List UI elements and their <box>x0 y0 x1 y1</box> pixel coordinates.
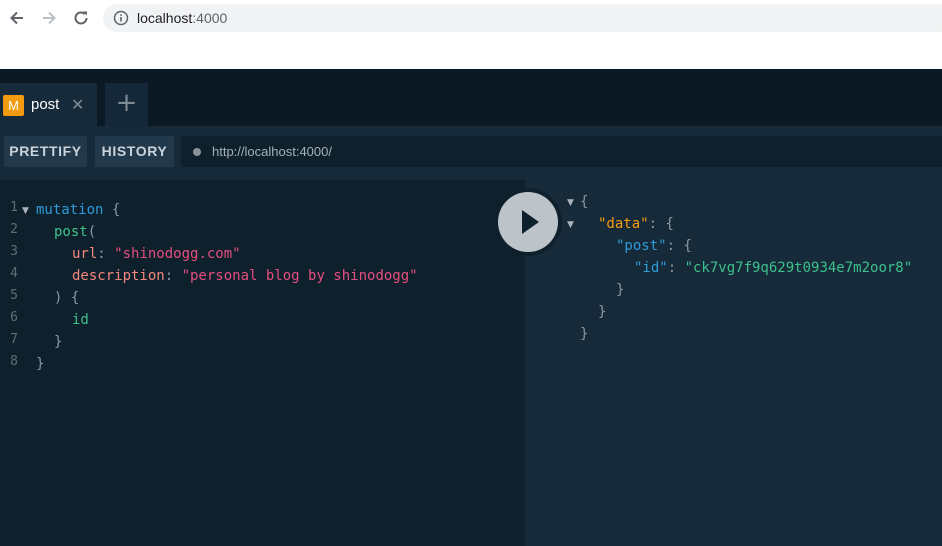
forward-arrow-icon[interactable] <box>39 8 59 28</box>
code-line-2: post( <box>54 222 96 242</box>
mutation-keyword: mutation <box>36 202 104 218</box>
line-number: 5 <box>10 288 18 303</box>
result-line-1: { <box>580 194 589 210</box>
line-number: 3 <box>10 244 18 259</box>
result-panel: ▼ ▼ { "data": { "post": { "id": "ck7vg7f… <box>525 180 942 546</box>
fold-arrow-icon[interactable]: ▼ <box>22 206 29 216</box>
line-number: 7 <box>10 332 18 347</box>
add-tab-icon[interactable]: + <box>105 83 148 126</box>
code-line-8: } <box>36 356 45 372</box>
status-dot-icon <box>193 148 201 156</box>
history-button[interactable]: HISTORY <box>95 136 174 167</box>
colon: : <box>666 238 684 254</box>
tab-label: post <box>31 96 60 113</box>
id-key: "id" <box>634 260 668 276</box>
brace: { <box>665 216 674 232</box>
line-number: 6 <box>10 310 18 325</box>
url-port: :4000 <box>192 10 228 26</box>
data-key: "data" <box>598 216 649 232</box>
code-line-1: mutation { <box>36 200 120 220</box>
prettify-button[interactable]: PRETTIFY <box>4 136 87 167</box>
brace: { <box>683 238 692 254</box>
colon: : <box>97 246 115 262</box>
id-value: "ck7vg7f9q629t0934e7m2oor8" <box>684 260 913 276</box>
fold-arrow-icon[interactable]: ▼ <box>567 198 574 208</box>
close-icon[interactable]: ✕ <box>71 95 84 114</box>
colon: : <box>667 260 685 276</box>
play-icon[interactable] <box>498 192 558 252</box>
tab-strip: M post ✕ + <box>0 69 942 126</box>
execute-query-button[interactable] <box>494 188 562 256</box>
line-number: 1 <box>10 200 18 215</box>
code-line-7: } <box>54 334 63 350</box>
query-editor[interactable]: 1 2 3 4 5 6 7 8 ▼ mutation { post( url: … <box>0 180 525 546</box>
endpoint-url: http://localhost:4000/ <box>212 144 332 159</box>
address-bar[interactable]: localhost:4000 <box>103 4 942 32</box>
line-number: 2 <box>10 222 18 237</box>
line-number: 8 <box>10 354 18 369</box>
code-line-5: ) { <box>54 290 80 306</box>
url-value: "shinodogg.com" <box>114 246 241 262</box>
endpoint-input[interactable]: http://localhost:4000/ <box>181 136 942 167</box>
colon: : <box>648 216 666 232</box>
graphql-playground: M post ✕ + PRETTIFY HISTORY http://local… <box>0 69 942 546</box>
code-line-6: id <box>72 312 89 328</box>
result-line-7: } <box>580 326 589 342</box>
description-value: "personal blog by shinodogg" <box>181 268 418 284</box>
back-arrow-icon[interactable] <box>7 8 27 28</box>
fold-arrow-icon[interactable]: ▼ <box>567 220 574 230</box>
post-key: "post" <box>616 238 667 254</box>
result-line-2: "data": { <box>598 214 674 234</box>
info-icon[interactable] <box>113 10 129 26</box>
result-line-5: } <box>616 282 625 298</box>
brace: { <box>103 202 121 218</box>
url-host: localhost <box>137 10 193 26</box>
url-argument: url <box>72 246 98 262</box>
post-field: post <box>54 224 88 240</box>
code-line-4: description: "personal blog by shinodogg… <box>72 266 418 286</box>
browser-toolbar: localhost:4000 <box>0 0 942 36</box>
result-line-4: "id": "ck7vg7f9q629t0934e7m2oor8" <box>634 258 912 278</box>
description-argument: description <box>72 268 165 284</box>
address-text[interactable]: localhost:4000 <box>137 10 227 26</box>
tab-post[interactable]: M post ✕ <box>0 83 97 126</box>
reload-icon[interactable] <box>71 8 91 28</box>
paren: ( <box>87 224 97 240</box>
result-line-6: } <box>598 304 607 320</box>
line-number: 4 <box>10 266 18 281</box>
page-top-spacer <box>0 36 942 69</box>
editor-toolbar: PRETTIFY HISTORY http://localhost:4000/ <box>0 126 942 180</box>
code-line-3: url: "shinodogg.com" <box>72 244 241 264</box>
colon: : <box>164 268 182 284</box>
mutation-badge: M <box>3 95 24 116</box>
result-line-3: "post": { <box>616 236 692 256</box>
